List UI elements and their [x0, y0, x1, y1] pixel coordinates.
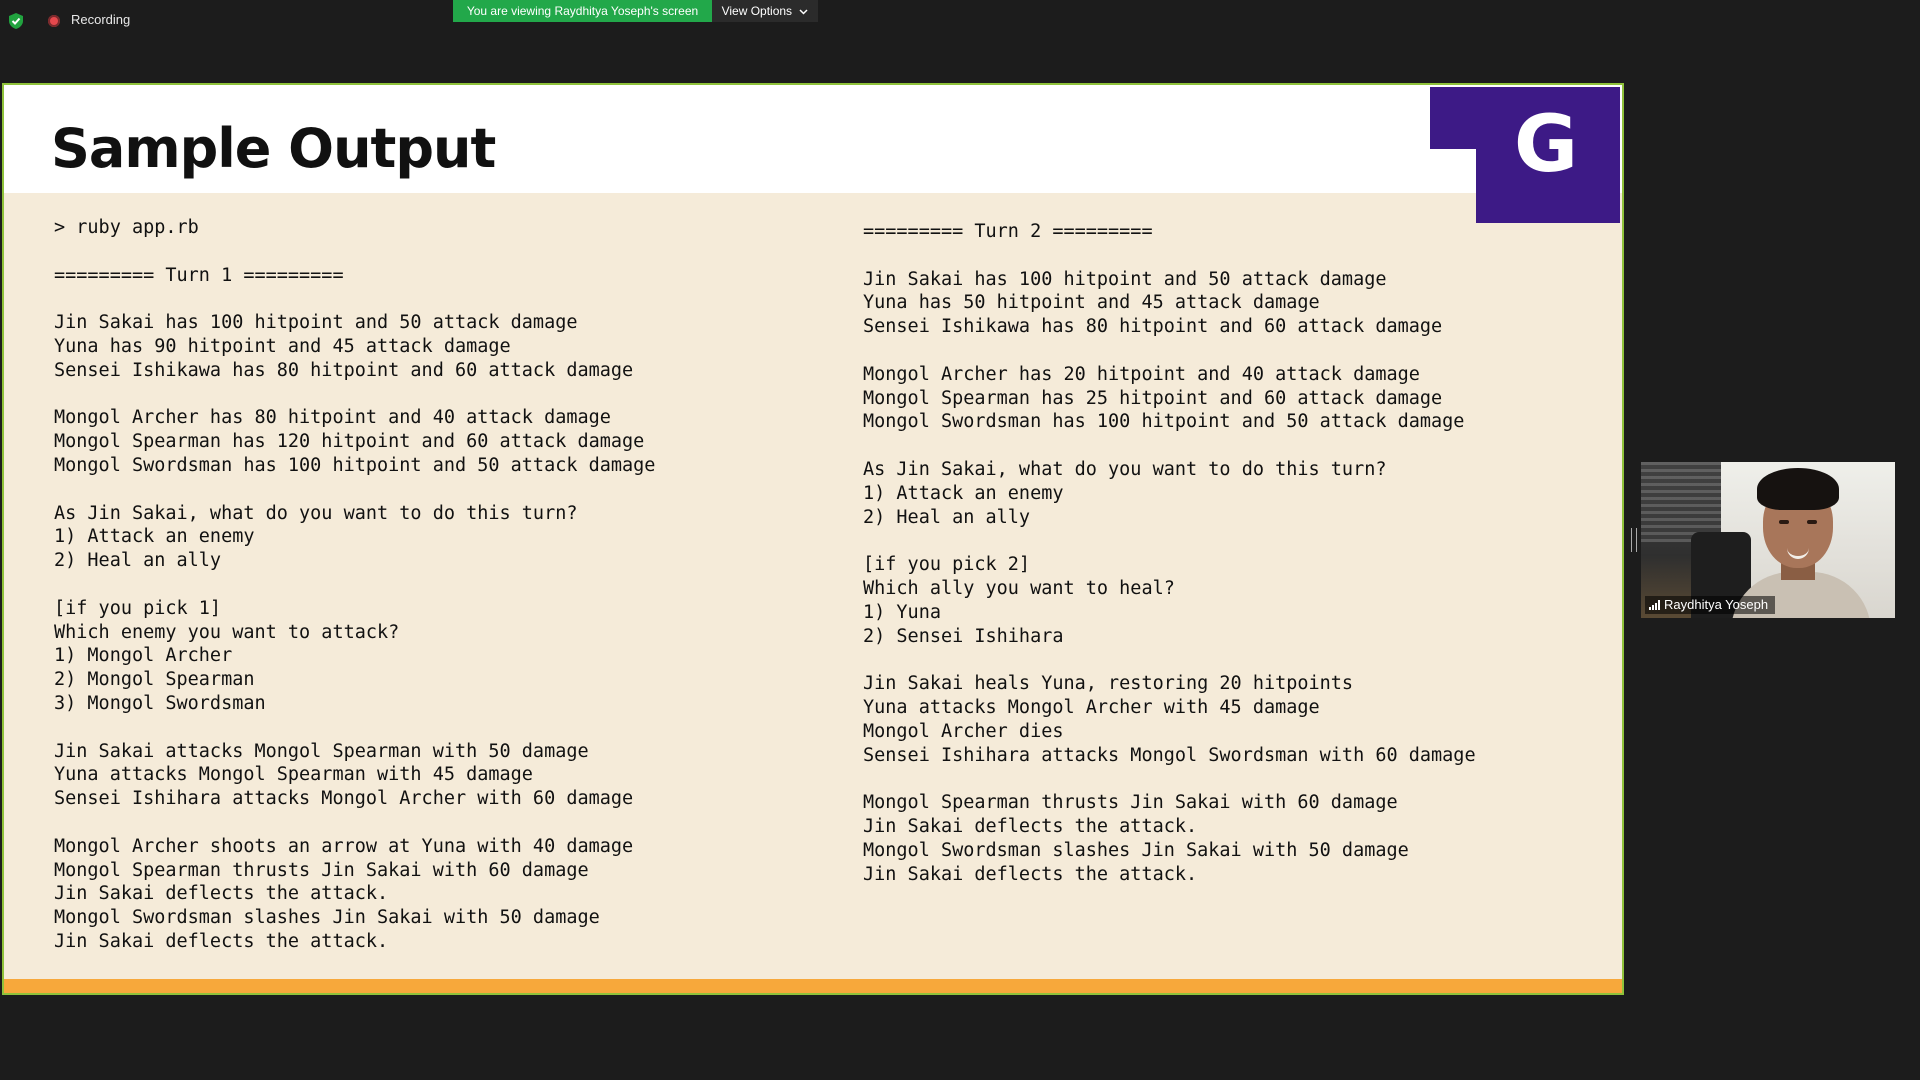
terminal-line: Jin Sakai deflects the attack.	[54, 883, 389, 905]
terminal-line: Yuna has 50 hitpoint and 45 attack damag…	[863, 292, 1320, 314]
terminal-line: Jin Sakai has 100 hitpoint and 50 attack…	[863, 268, 1387, 290]
terminal-line: Jin Sakai deflects the attack.	[54, 930, 389, 952]
slide-footer-strip	[4, 971, 1622, 979]
signal-strength-icon	[1649, 600, 1660, 610]
video-window-blinds	[1641, 462, 1721, 542]
slide-title: Sample Output	[51, 117, 496, 180]
brand-logo-icon: G	[1430, 87, 1620, 223]
terminal-line: > ruby app.rb	[54, 217, 199, 238]
terminal-line: Mongol Spearman thrusts Jin Sakai with 6…	[863, 792, 1398, 814]
terminal-line: Mongol Swordsman has 100 hitpoint and 50…	[54, 454, 656, 476]
video-person-eye	[1779, 520, 1789, 524]
terminal-line: 2) Heal an ally	[863, 506, 1031, 528]
terminal-line: Yuna has 90 hitpoint and 45 attack damag…	[54, 335, 511, 357]
video-person-hair	[1757, 468, 1839, 510]
terminal-line: Mongol Spearman thrusts Jin Sakai with 6…	[54, 859, 589, 881]
terminal-line: 1) Attack an enemy	[54, 526, 255, 548]
terminal-line: Sensei Ishikawa has 80 hitpoint and 60 a…	[54, 359, 634, 381]
terminal-output-right: ========= Turn 2 ========= Jin Sakai has …	[863, 220, 1476, 886]
terminal-line: Mongol Archer dies	[863, 720, 1064, 742]
terminal-line: Mongol Swordsman slashes Jin Sakai with …	[54, 907, 600, 929]
terminal-line: [if you pick 2]	[863, 554, 1031, 576]
terminal-line: Mongol Archer has 20 hitpoint and 40 att…	[863, 363, 1420, 385]
terminal-line: Jin Sakai has 100 hitpoint and 50 attack…	[54, 312, 578, 334]
terminal-line: 1) Yuna	[863, 601, 941, 623]
terminal-line: ========= Turn 2 =========	[863, 221, 1153, 242]
terminal-output-left: > ruby app.rb ========= Turn 1 ========= J…	[54, 216, 655, 954]
recording-indicator-icon	[48, 15, 60, 27]
terminal-line: Jin Sakai deflects the attack.	[863, 815, 1198, 837]
terminal-line: 1) Mongol Archer	[54, 645, 233, 667]
viewing-screen-notice: You are viewing Raydhitya Yoseph's scree…	[453, 0, 712, 22]
terminal-line: [if you pick 1]	[54, 597, 222, 619]
slide-footer-bar	[4, 979, 1622, 993]
terminal-line: As Jin Sakai, what do you want to do thi…	[54, 502, 578, 524]
terminal-line: Mongol Swordsman has 100 hitpoint and 50…	[863, 411, 1465, 433]
video-person-eye	[1807, 520, 1817, 524]
terminal-line: Sensei Ishihara attacks Mongol Archer wi…	[54, 788, 634, 810]
shared-screen-slide: Sample Output G > ruby app.rb ========= T…	[2, 83, 1624, 995]
terminal-line: 1) Attack an enemy	[863, 482, 1064, 504]
terminal-line: Yuna attacks Mongol Archer with 45 damag…	[863, 696, 1320, 718]
chevron-down-icon	[799, 9, 808, 15]
view-options-label: View Options	[721, 4, 793, 18]
participant-name-label: Raydhitya Yoseph	[1645, 596, 1776, 614]
view-options-button[interactable]: View Options	[712, 0, 818, 22]
terminal-line: Sensei Ishihara attacks Mongol Swordsman…	[863, 744, 1476, 766]
terminal-line: Which enemy you want to attack?	[54, 621, 400, 643]
terminal-line: As Jin Sakai, what do you want to do thi…	[863, 458, 1387, 480]
terminal-line: Mongol Swordsman slashes Jin Sakai with …	[863, 839, 1409, 861]
terminal-line: Sensei Ishikawa has 80 hitpoint and 60 a…	[863, 316, 1443, 338]
terminal-line: 3) Mongol Swordsman	[54, 692, 266, 714]
participant-video-tile[interactable]: Raydhitya Yoseph	[1641, 462, 1895, 618]
shield-check-icon[interactable]	[8, 12, 24, 30]
terminal-line: 2) Sensei Ishihara	[863, 625, 1064, 647]
terminal-line: Yuna attacks Mongol Spearman with 45 dam…	[54, 764, 533, 786]
slide-header: Sample Output	[4, 85, 1622, 193]
logo-letter: G	[1514, 100, 1578, 190]
terminal-line: Jin Sakai heals Yuna, restoring 20 hitpo…	[863, 673, 1354, 695]
terminal-line: Mongol Archer has 80 hitpoint and 40 att…	[54, 407, 611, 429]
terminal-line: 2) Heal an ally	[54, 550, 222, 572]
terminal-line: Jin Sakai deflects the attack.	[863, 863, 1198, 885]
participant-name: Raydhitya Yoseph	[1664, 597, 1769, 612]
terminal-line: Mongol Archer shoots an arrow at Yuna wi…	[54, 835, 634, 857]
meeting-top-bar: Recording You are viewing Raydhitya Yose…	[0, 0, 1920, 40]
terminal-line: ========= Turn 1 =========	[54, 264, 344, 286]
terminal-line: Jin Sakai attacks Mongol Spearman with 5…	[54, 740, 589, 762]
panel-resize-handle[interactable]	[1631, 528, 1637, 552]
recording-label: Recording	[71, 12, 131, 27]
terminal-line: Which ally you want to heal?	[863, 577, 1175, 599]
terminal-line: Mongol Spearman has 25 hitpoint and 60 a…	[863, 387, 1443, 409]
terminal-line: Mongol Spearman has 120 hitpoint and 60 …	[54, 431, 645, 453]
terminal-line: 2) Mongol Spearman	[54, 669, 255, 691]
